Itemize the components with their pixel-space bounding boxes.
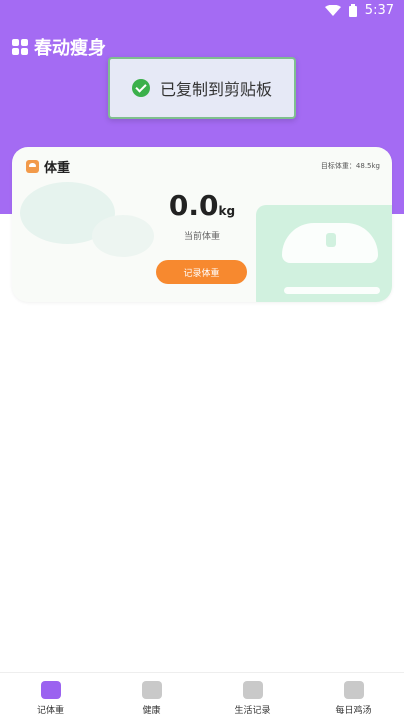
nav-item-weight[interactable]: 记体重 [0,673,101,720]
weight-value: 0.0 [168,189,219,222]
scale-icon [40,681,61,699]
card-title-text: 体重 [44,161,71,176]
bottom-nav: 记体重 健康 生活记录 每日鸡汤 [0,672,404,720]
status-time: 5:37 [364,3,394,18]
scale-icon [26,160,39,173]
app-grid-icon[interactable] [12,39,28,55]
card-title: 体重 [26,157,70,176]
check-circle-icon [131,79,150,97]
nav-label: 健康 [142,706,161,716]
status-icons: 5:37 [324,3,394,18]
weight-label: 当前体重 [183,232,220,242]
nav-item-daily-quote[interactable]: 每日鸡汤 [303,673,404,720]
scale-bar [284,287,380,294]
app-title: 春动瘦身 [12,34,106,60]
document-icon [242,681,263,699]
toast: 已复制到剪贴板 [108,57,296,119]
heartbeat-icon [141,681,162,699]
status-bar: 5:37 [0,0,404,24]
wifi-icon [324,4,341,16]
record-weight-button[interactable]: 记录体重 [156,260,247,284]
weight-unit: kg [218,204,236,218]
book-icon [343,681,364,699]
app-title-text: 春动瘦身 [34,38,106,59]
target-weight: 目标体重：48.5kg [320,162,380,170]
nav-item-health[interactable]: 健康 [101,673,202,720]
nav-item-life-record[interactable]: 生活记录 [202,673,303,720]
battery-icon [348,4,357,17]
weight-card: 体重 目标体重：48.5kg 0.0kg 当前体重 记录体重 [12,147,392,302]
nav-label: 记体重 [36,706,64,716]
current-weight: 0.0kg [12,189,392,222]
nav-label: 每日鸡汤 [335,706,372,716]
nav-label: 生活记录 [234,706,271,716]
toast-text: 已复制到剪贴板 [159,80,272,99]
